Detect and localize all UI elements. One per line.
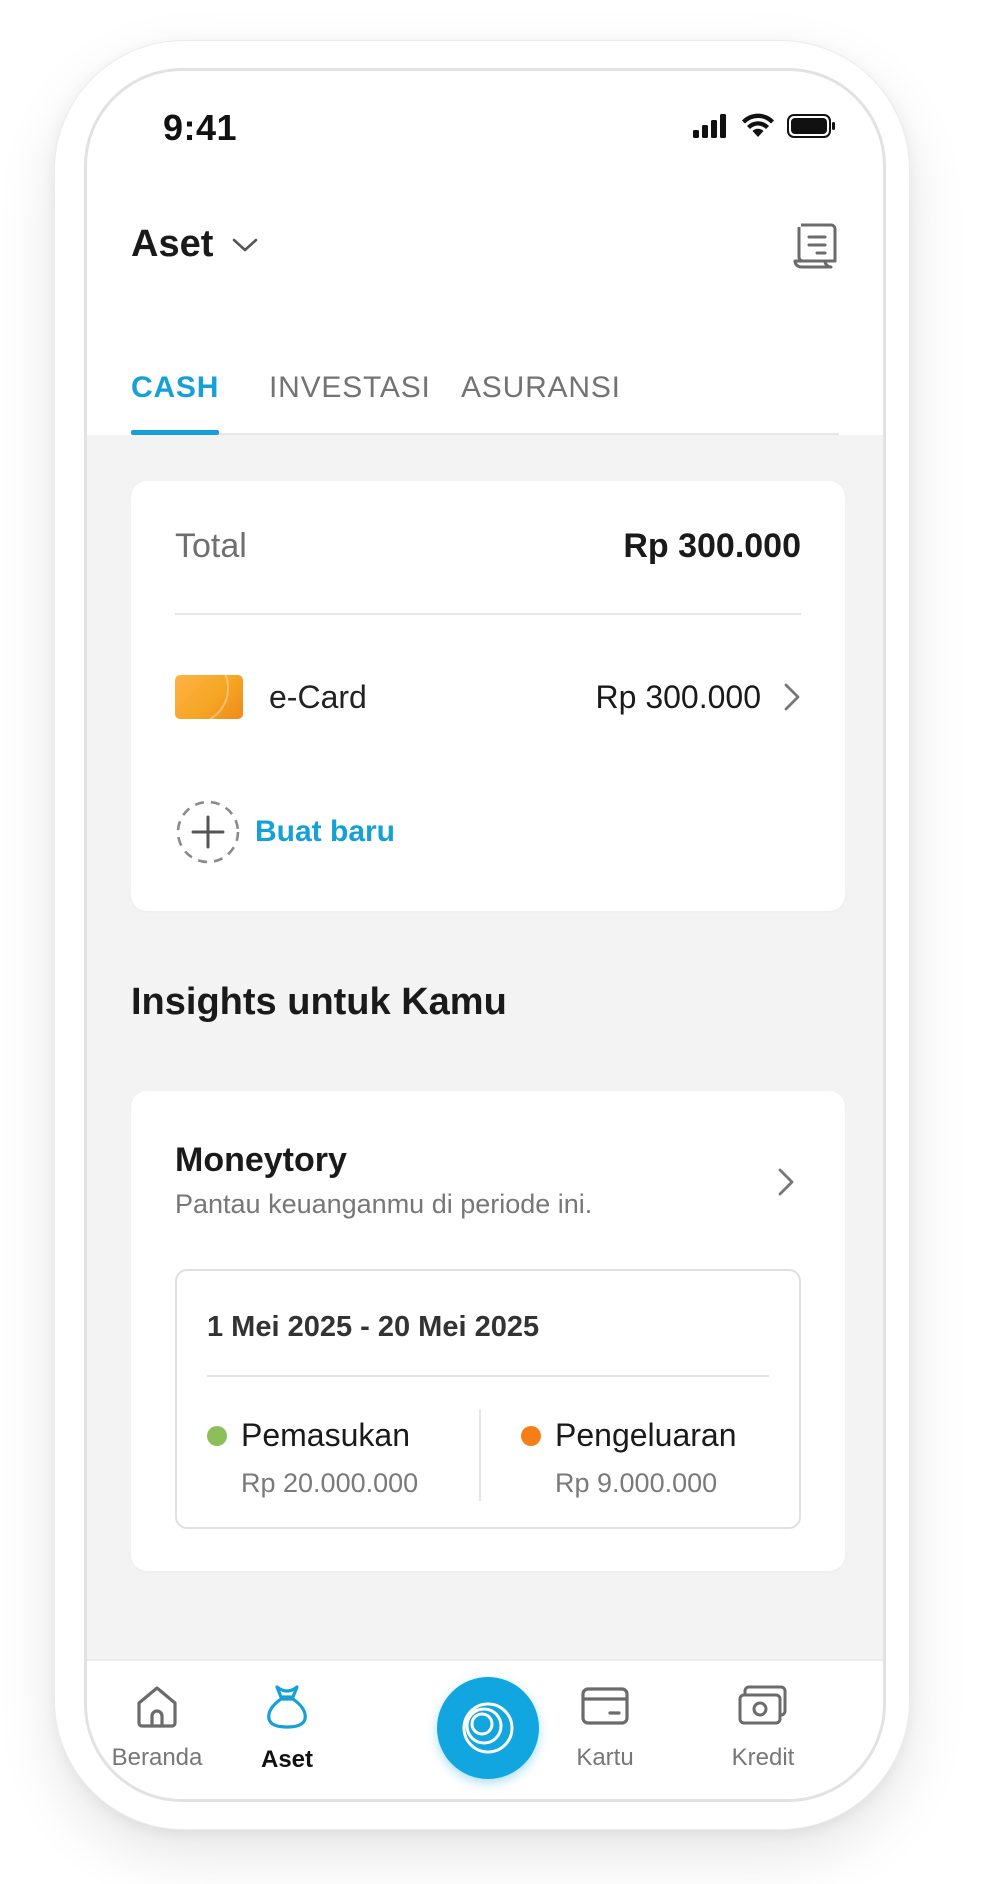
nav-item-kartu[interactable]: Kartu: [545, 1683, 665, 1772]
income-value: Rp 20.000.000: [241, 1468, 419, 1498]
nav-item-kredit[interactable]: Kredit: [703, 1683, 823, 1772]
nav-item-aset[interactable]: Aset: [227, 1683, 347, 1774]
cash-card: Total Rp 300.000 e-Card Rp 300.000 Buat …: [131, 481, 845, 911]
center-action-button[interactable]: [437, 1677, 539, 1779]
divider: [175, 613, 801, 615]
expense-value: Rp 9.000.000: [555, 1468, 718, 1498]
tab-investasi[interactable]: INVESTASI: [269, 371, 431, 405]
dashed-plus-icon: [176, 800, 240, 864]
expense-dot-icon: [521, 1425, 541, 1446]
account-label: e-Card: [269, 678, 367, 715]
period-range: 1 Mei 2025 - 20 Mei 2025: [207, 1311, 540, 1343]
receipt-button[interactable]: [791, 221, 839, 273]
chevron-down-icon: [233, 238, 258, 251]
account-value: Rp 300.000: [595, 678, 761, 715]
active-tab-indicator: [131, 430, 219, 435]
battery-icon: [787, 114, 835, 138]
nav-label: Kartu: [576, 1744, 634, 1771]
bottom-nav: Beranda Aset Kartu Kredit: [87, 1659, 883, 1799]
card-icon: [581, 1687, 629, 1725]
rings-icon: [462, 1702, 514, 1754]
page-title: Aset: [131, 223, 214, 265]
nav-item-beranda[interactable]: Beranda: [97, 1683, 217, 1772]
receipt-icon: [793, 223, 837, 269]
nav-label: Beranda: [111, 1744, 203, 1771]
create-new-label: Buat baru: [255, 815, 396, 848]
moneytory-subtitle: Pantau keuanganmu di periode ini.: [175, 1189, 593, 1219]
signal-icon: [693, 114, 726, 138]
status-time: 9:41: [163, 107, 238, 148]
nav-label: Kredit: [731, 1744, 795, 1771]
cash-icon: [738, 1685, 787, 1725]
expense-summary: Pengeluaran Rp 9.000.000: [521, 1417, 736, 1499]
income-summary: Pemasukan Rp 20.000.000: [207, 1417, 418, 1499]
column-divider: [479, 1409, 481, 1501]
stage: 9:41 Aset CASH INVESTASI ASURANSI Total …: [0, 0, 981, 1884]
moneytory-card[interactable]: Moneytory Pantau keuanganmu di periode i…: [131, 1091, 845, 1571]
income-dot-icon: [207, 1425, 227, 1446]
total-label: Total: [175, 527, 247, 565]
nav-label: Aset: [260, 1746, 314, 1773]
chevron-right-icon: [778, 1168, 794, 1196]
moneytory-title: Moneytory: [175, 1141, 347, 1179]
divider: [207, 1375, 769, 1377]
status-icons: [693, 113, 837, 139]
ecard-image: [175, 675, 243, 719]
total-row: Total Rp 300.000: [175, 527, 801, 566]
app-screen: 9:41 Aset CASH INVESTASI ASURANSI Total …: [84, 68, 886, 1802]
period-summary: 1 Mei 2025 - 20 Mei 2025 Pemasukan Rp 20…: [175, 1269, 801, 1529]
home-icon: [137, 1686, 177, 1728]
income-label: Pemasukan: [241, 1417, 410, 1453]
expense-label: Pengeluaran: [555, 1417, 737, 1453]
tab-cash[interactable]: CASH: [131, 371, 219, 405]
insights-title: Insights untuk Kamu: [131, 981, 507, 1023]
chevron-right-icon: [784, 683, 800, 711]
wifi-icon: [742, 113, 774, 137]
total-value: Rp 300.000: [623, 527, 801, 565]
tab-asuransi[interactable]: ASURANSI: [461, 371, 621, 405]
header-area: 9:41 Aset CASH INVESTASI ASURANSI: [87, 71, 883, 435]
asset-tabs: CASH INVESTASI ASURANSI: [131, 353, 839, 435]
account-row-ecard[interactable]: e-Card Rp 300.000: [175, 675, 801, 719]
asset-selector[interactable]: Aset: [131, 223, 259, 266]
money-bag-icon: [267, 1685, 307, 1729]
create-new-button[interactable]: Buat baru: [175, 799, 395, 865]
